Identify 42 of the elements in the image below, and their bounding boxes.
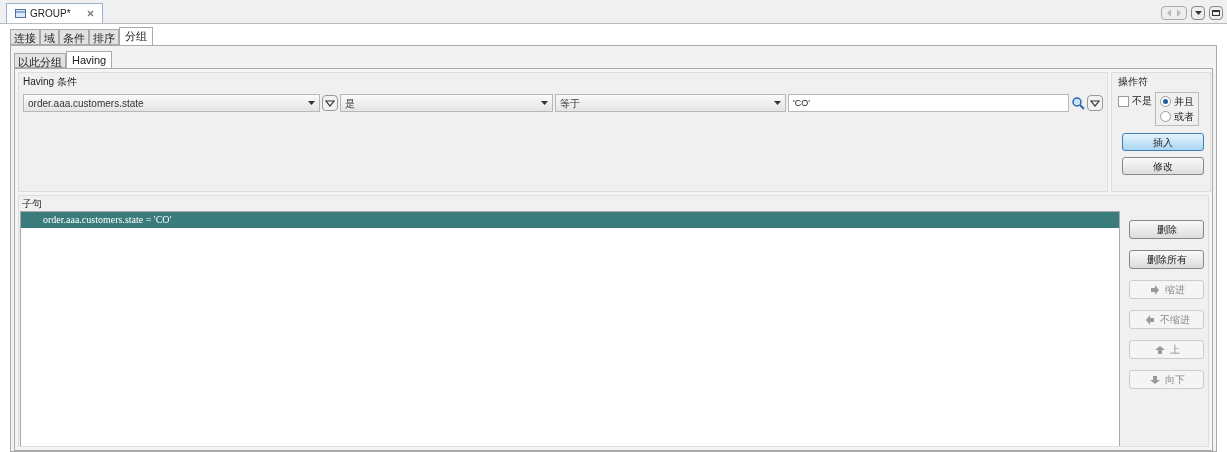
down-arrow-icon: [1148, 373, 1161, 386]
close-icon[interactable]: [86, 10, 94, 17]
tab[interactable]: 连接: [10, 29, 40, 45]
action-button[interactable]: 修改: [1122, 157, 1204, 175]
value-field[interactable]: 'CO': [788, 94, 1069, 112]
funnel-icon: [1090, 99, 1100, 107]
filter-button[interactable]: [1087, 95, 1103, 111]
radio-label: 并且: [1174, 96, 1194, 107]
maximize-icon[interactable]: [1209, 6, 1223, 20]
right-arrow-icon: [1148, 283, 1161, 296]
tab[interactable]: 以此分组: [14, 53, 66, 68]
function-select[interactable]: 是: [340, 94, 553, 112]
tab[interactable]: 排序: [89, 29, 119, 45]
radio-button[interactable]: [1160, 111, 1171, 122]
tab[interactable]: 域: [40, 29, 59, 45]
dropdown-caret-icon: [308, 101, 315, 105]
not-checkbox[interactable]: [1118, 96, 1129, 107]
field-select[interactable]: order.aaa.customers.state: [23, 94, 320, 112]
radio-button[interactable]: [1160, 96, 1171, 107]
dropdown-caret-icon: [541, 101, 548, 105]
panel-title: 操作符: [1118, 75, 1149, 89]
panel-title: 子句: [21, 197, 43, 211]
editor-tab[interactable]: GROUP*: [6, 3, 103, 23]
tab[interactable]: 分组: [119, 27, 153, 45]
up-arrow-icon: [1153, 343, 1166, 356]
panel-title: Having 条件: [23, 75, 78, 89]
clause-button[interactable]: 删除: [1129, 220, 1204, 239]
action-button[interactable]: 插入: [1122, 133, 1204, 151]
radio-label: 或者: [1174, 111, 1194, 122]
operator-select[interactable]: 等于: [555, 94, 786, 112]
clause-row[interactable]: order.aaa.customers.state = 'CO': [21, 212, 1119, 228]
dropdown-caret-icon: [774, 101, 781, 105]
filter-button[interactable]: [322, 95, 338, 111]
search-icon[interactable]: [1071, 96, 1085, 110]
checkbox-label: 不是: [1132, 96, 1152, 106]
table-icon: [15, 9, 26, 18]
left-arrow-icon: [1143, 313, 1156, 326]
funnel-icon: [325, 99, 335, 107]
tab[interactable]: 条件: [59, 29, 89, 45]
menu-icon[interactable]: [1191, 6, 1205, 20]
tab[interactable]: Having: [66, 51, 113, 68]
clause-button[interactable]: 删除所有: [1129, 250, 1204, 269]
